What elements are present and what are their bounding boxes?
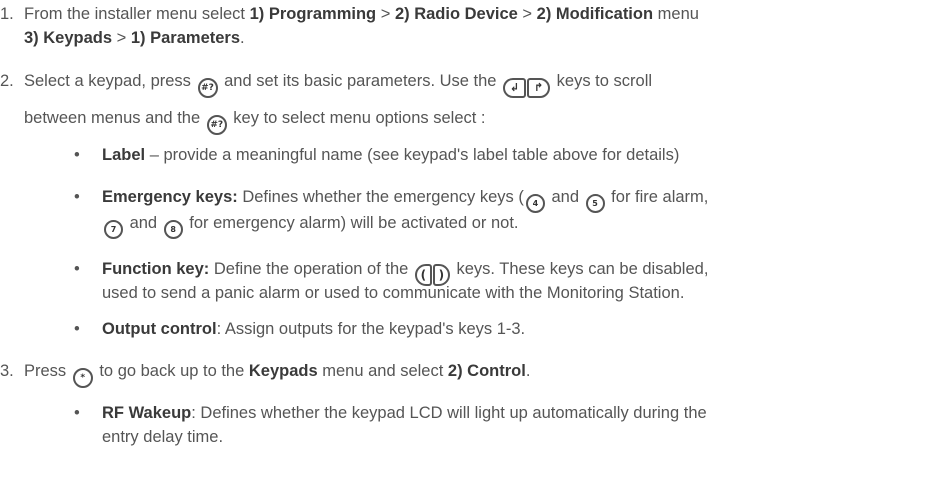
step-3-number: 3. <box>0 362 14 380</box>
step-3-text-a: Press <box>24 362 71 380</box>
bullet-function-line-2: used to send a panic alarm or used to co… <box>102 282 684 304</box>
hash-key-icon: #? <box>197 78 218 98</box>
bullet-icon: • <box>74 404 80 422</box>
period: . <box>240 29 245 47</box>
hash-key-icon: #? <box>206 115 227 135</box>
separator: > <box>517 5 537 23</box>
bullet-icon: • <box>74 188 80 206</box>
step-1-text-line-2: 3) Keypads > 1) Parameters. <box>24 27 245 49</box>
menu-programming: 1) Programming <box>249 5 377 23</box>
step-2-text-line-2: between menus and the #? key to select m… <box>24 107 486 135</box>
bullet-rf-line-1: RF Wakeup: Defines whether the keypad LC… <box>102 402 707 424</box>
scroll-keys-icon: ↲ ↱ <box>503 75 551 98</box>
emergency-text-1: Defines whether the emergency keys ( <box>237 188 524 206</box>
key-5-icon: 5 <box>585 194 605 213</box>
bullet-label: Label – provide a meaningful name (see k… <box>102 144 679 166</box>
separator: > <box>376 5 395 23</box>
key-8-icon: 8 <box>163 220 183 239</box>
emergency-text-3: for emergency alarm) will be activated o… <box>184 214 519 232</box>
and-text: and <box>546 188 584 206</box>
menu-control: 2) Control <box>447 362 526 380</box>
bullet-icon: • <box>74 320 80 338</box>
step-3-text-line: Press * to go back up to the Keypads men… <box>24 360 530 388</box>
step-1-menu-word: menu <box>653 5 699 23</box>
label-title: Label <box>102 146 146 164</box>
scroll-left-key-icon: ↲ <box>503 78 527 98</box>
bullet-emergency-line-2: 7 and 8 for emergency alarm) will be act… <box>102 212 519 239</box>
bullet-output: Output control: Assign outputs for the k… <box>102 318 525 340</box>
key-7-icon: 7 <box>104 220 123 239</box>
function-text-1: Define the operation of the <box>209 260 413 278</box>
and-text: and <box>125 214 162 232</box>
key-4-icon: 4 <box>525 194 545 213</box>
step-1-intro: From the installer menu select <box>24 5 250 23</box>
label-text: – provide a meaningful name (see keypad'… <box>145 146 680 164</box>
menu-keypads: Keypads <box>248 362 318 380</box>
emergency-keys-title: Emergency keys: <box>102 188 238 206</box>
function-text-2: keys. These keys can be disabled, <box>451 260 709 278</box>
menu-parameters: 1) Parameters <box>130 29 241 47</box>
rf-wakeup-title: RF Wakeup <box>102 404 192 422</box>
menu-keypads: 3) Keypads <box>24 29 113 47</box>
step-3-number-wrap: 3. <box>0 360 14 382</box>
step-2-number: 2. <box>0 72 14 90</box>
output-control-text: : Assign outputs for the keypad's keys 1… <box>216 320 526 338</box>
step-1-number: 1. <box>0 5 14 23</box>
step-2-text-line-1: Select a keypad, press #? and set its ba… <box>24 70 652 98</box>
period: . <box>525 362 531 380</box>
rf-wakeup-text-2: entry delay time. <box>102 428 224 446</box>
star-key-icon: * <box>72 368 93 388</box>
step-1-line-1: 1. <box>0 3 14 25</box>
step-3-text-b: to go back up to the <box>94 362 249 380</box>
menu-radio-device: 2) Radio Device <box>394 5 518 23</box>
bullet-emergency-line-1: Emergency keys: Defines whether the emer… <box>102 186 708 213</box>
step-1-text-line-1: From the installer menu select 1) Progra… <box>24 3 699 25</box>
step-2-number-wrap: 2. <box>0 70 14 92</box>
rf-wakeup-text-1: : Defines whether the keypad LCD will li… <box>191 404 707 422</box>
function-key-title: Function key: <box>102 260 210 278</box>
step-2-text-a: Select a keypad, press <box>24 72 196 90</box>
step-2-text-c: keys to scroll <box>552 72 653 90</box>
bullet-rf-line-2: entry delay time. <box>102 426 223 448</box>
function-text-3: used to send a panic alarm or used to co… <box>102 284 685 302</box>
bullet-icon: • <box>74 260 80 278</box>
scroll-right-key-icon: ↱ <box>527 78 551 98</box>
step-2-text-e: key to select menu options select : <box>228 109 486 127</box>
bullet-icon: • <box>74 146 80 164</box>
output-control-title: Output control <box>102 320 217 338</box>
step-2-text-b: and set its basic parameters. Use the <box>219 72 502 90</box>
step-3-text-d: menu and select <box>317 362 448 380</box>
menu-modification: 2) Modification <box>536 5 654 23</box>
step-2-text-d: between menus and the <box>24 109 205 127</box>
separator: > <box>112 29 131 47</box>
emergency-text-2: for fire alarm, <box>606 188 709 206</box>
